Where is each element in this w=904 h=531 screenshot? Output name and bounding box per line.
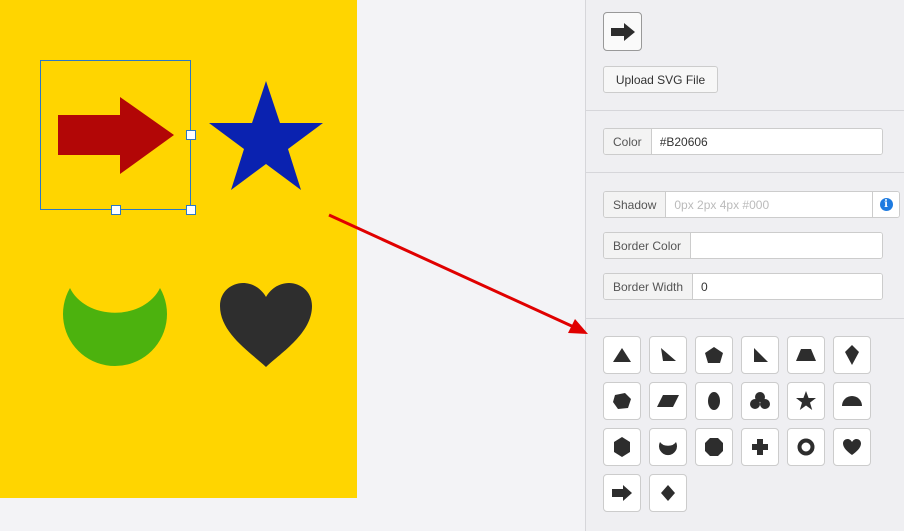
shadow-field: Shadow i [603,191,900,218]
shape-triangle-button[interactable] [603,336,641,374]
shape-semicircle-button[interactable] [833,382,871,420]
right-triangle-icon [661,348,676,361]
divider [586,172,904,173]
shape-kite-button[interactable] [833,336,871,374]
divider [586,318,904,319]
shape-star-button[interactable] [787,382,825,420]
cross-icon [752,439,768,455]
triangle-icon [613,348,631,362]
resize-handle-right[interactable] [186,130,196,140]
shadow-input[interactable] [666,192,872,217]
selection-box [40,60,191,210]
divider [586,110,904,111]
info-icon: i [879,198,893,211]
shadow-label: Shadow [604,192,667,217]
shape-hexagon-button[interactable] [603,428,641,466]
color-field: Color [603,128,883,155]
shape-corner-triangle-button[interactable] [741,336,779,374]
ellipse-icon [708,392,720,410]
border-width-label: Border Width [604,274,694,299]
star-shape[interactable] [209,81,323,190]
upload-svg-button[interactable]: Upload SVG File [603,66,718,93]
heart-icon [843,439,861,455]
heart-shape[interactable] [220,283,312,367]
canvas-margin [0,498,585,531]
border-width-input[interactable] [693,274,882,299]
octagon-icon [705,438,723,456]
shape-heart-button[interactable] [833,428,871,466]
ring-icon [797,438,815,456]
moon-icon [659,442,677,456]
shape-pentagon-button[interactable] [695,336,733,374]
shape-club-button[interactable] [741,382,779,420]
shadow-info-button[interactable]: i [872,192,899,217]
star-icon [796,391,816,410]
color-input[interactable] [651,129,882,154]
arrow-right-icon [612,485,632,501]
kite-icon [845,345,859,365]
hexagon-icon [614,437,630,457]
shape-octagon-button[interactable] [695,428,733,466]
shape-arrow-button[interactable] [603,474,641,512]
shape-diamond-button[interactable] [649,474,687,512]
trapezoid-icon [796,349,816,361]
club-icon [750,392,770,409]
pentagon-icon [705,347,723,363]
border-color-input[interactable] [691,233,882,258]
diamond-icon [661,485,675,501]
border-color-label: Border Color [604,233,692,258]
shape-ellipse-button[interactable] [695,382,733,420]
resize-handle-bottom-right[interactable] [186,205,196,215]
arrow-right-icon [610,22,635,41]
color-label: Color [604,129,652,154]
parallelogram-icon [657,395,679,407]
shape-irregular-polygon-button[interactable] [603,382,641,420]
resize-handle-bottom[interactable] [111,205,121,215]
design-canvas[interactable] [0,0,357,498]
shape-cross-button[interactable] [741,428,779,466]
border-color-field: Border Color [603,232,883,259]
shape-moon-button[interactable] [649,428,687,466]
shape-preview[interactable] [603,12,642,51]
shape-parallelogram-button[interactable] [649,382,687,420]
border-width-field: Border Width [603,273,883,300]
corner-triangle-icon [754,348,768,362]
shape-ring-button[interactable] [787,428,825,466]
shape-right-triangle-button[interactable] [649,336,687,374]
moon-shape[interactable] [63,288,168,367]
semicircle-icon [842,396,862,406]
irregular-polygon-icon [613,393,631,409]
properties-panel: Upload SVG File Color Shadow i Border Co… [585,0,904,531]
shape-trapezoid-button[interactable] [787,336,825,374]
